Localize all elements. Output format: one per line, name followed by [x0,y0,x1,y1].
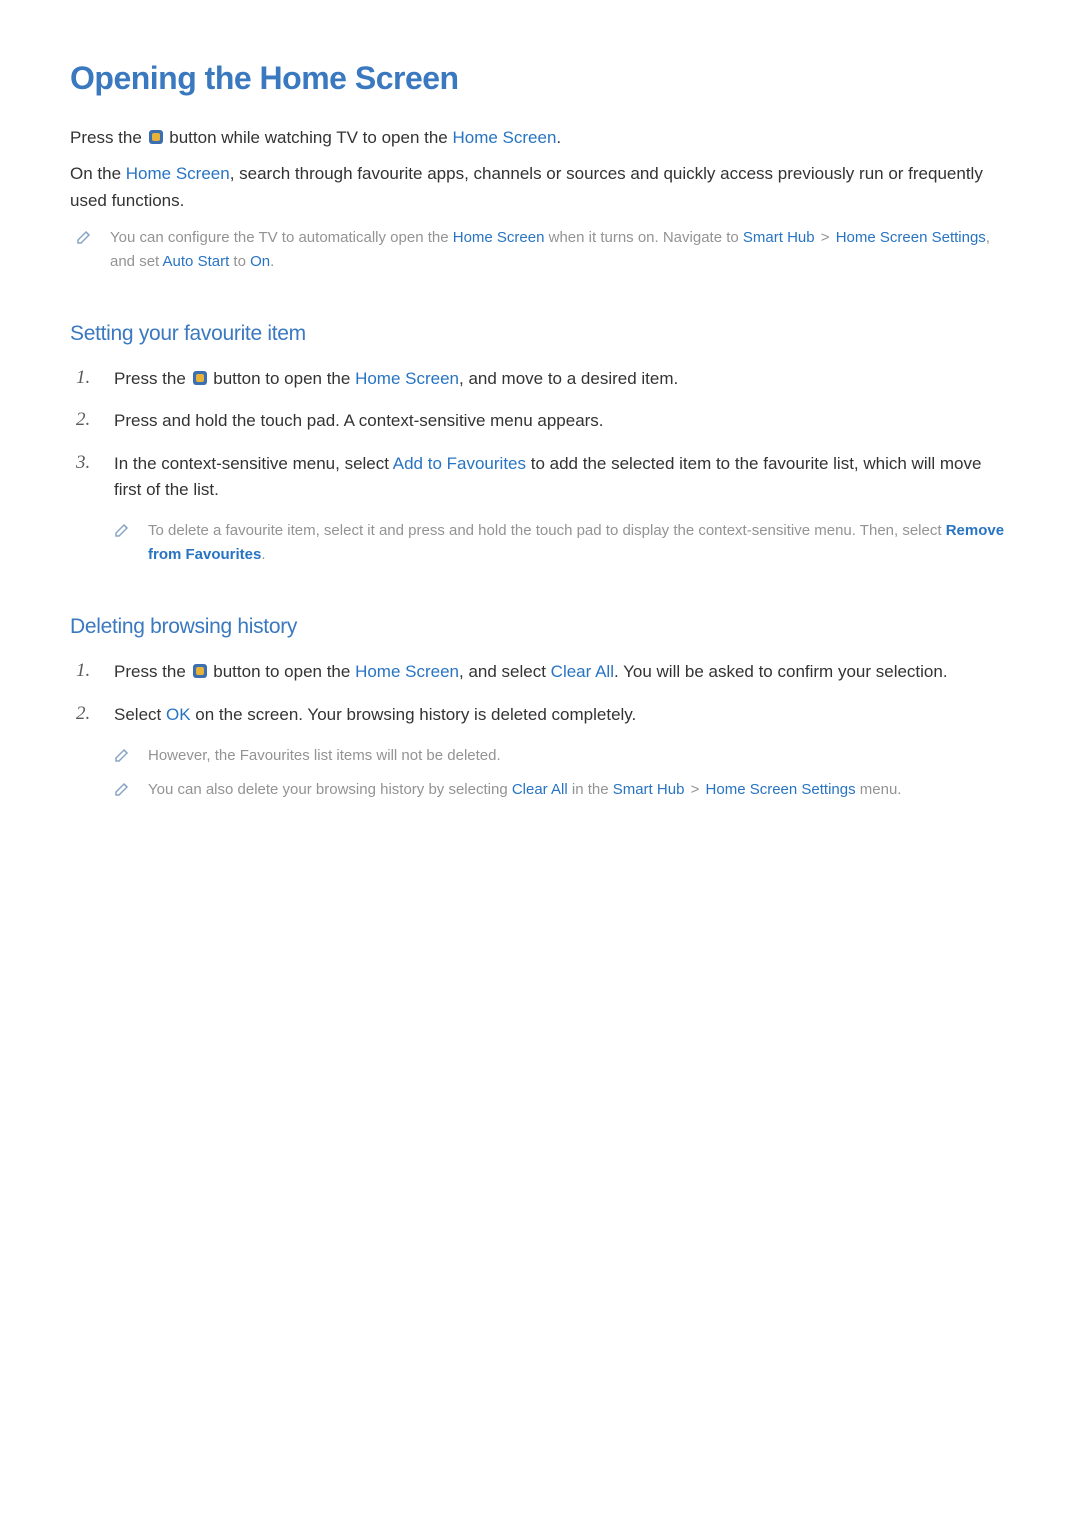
delete-steps: 1. Press the button to open the Home Scr… [70,659,1010,728]
pencil-note-icon [114,747,130,768]
text: . [261,546,265,563]
subheading-deleting: Deleting browsing history [70,615,1010,639]
ok-link: OK [166,705,191,724]
text: Press the [114,662,191,681]
step-number: 1. [76,659,96,684]
on-value: On [250,253,270,270]
text: , and select [459,662,551,681]
page-title: Opening the Home Screen [70,60,1010,97]
step-text: In the context-sensitive menu, select Ad… [114,451,1010,504]
text: in the [568,781,613,798]
smart-hub-icon [193,664,207,678]
smart-hub-link: Smart Hub [743,229,815,246]
add-to-favourites-link: Add to Favourites [393,454,526,473]
home-screen-link: Home Screen [355,662,459,681]
intro-line-1: Press the button while watching TV to op… [70,125,1010,151]
clear-all-link: Clear All [551,662,614,681]
text: , and move to a desired item. [459,369,678,388]
step-number: 1. [76,366,96,391]
step-text: Press and hold the touch pad. A context-… [114,408,604,434]
note-text: However, the Favourites list items will … [148,744,501,768]
pencil-note-icon [114,522,130,543]
text: To delete a favourite item, select it an… [148,522,946,539]
home-screen-link: Home Screen [453,229,545,246]
step-number: 3. [76,451,96,476]
text: menu. [856,781,902,798]
text: on the screen. Your browsing history is … [191,705,637,724]
text: to [229,253,250,270]
text: In the context-sensitive menu, select [114,454,393,473]
step-item: 2. Press and hold the touch pad. A conte… [76,408,1010,434]
delete-note-1: However, the Favourites list items will … [114,744,1010,768]
text: button to open the [209,369,356,388]
text: Press the [70,128,147,147]
home-screen-link: Home Screen [452,128,556,147]
text: You can configure the TV to automaticall… [110,229,453,246]
favourite-note: To delete a favourite item, select it an… [114,519,1010,567]
step-text: Press the button to open the Home Screen… [114,366,678,392]
note-text: To delete a favourite item, select it an… [148,519,1010,567]
step-item: 3. In the context-sensitive menu, select… [76,451,1010,504]
note-text: You can configure the TV to automaticall… [110,226,1010,274]
text: You can also delete your browsing histor… [148,781,512,798]
step-number: 2. [76,702,96,727]
step-item: 1. Press the button to open the Home Scr… [76,366,1010,392]
text: button to open the [209,662,356,681]
breadcrumb-separator: > [815,229,836,246]
text: button while watching TV to open the [165,128,453,147]
step-text: Press the button to open the Home Screen… [114,659,948,685]
home-screen-link: Home Screen [126,164,230,183]
text: Press the [114,369,191,388]
step-number: 2. [76,408,96,433]
step-item: 2. Select OK on the screen. Your browsin… [76,702,1010,728]
delete-note-2: You can also delete your browsing histor… [114,778,1010,802]
note-text: You can also delete your browsing histor… [148,778,901,802]
smart-hub-link: Smart Hub [613,781,685,798]
text: On the [70,164,126,183]
home-screen-settings-link: Home Screen Settings [706,781,856,798]
auto-start-link: Auto Start [163,253,230,270]
pencil-note-icon [114,781,130,802]
text: . You will be asked to confirm your sele… [614,662,948,681]
intro-line-2: On the Home Screen, search through favou… [70,161,1010,214]
subheading-favourite: Setting your favourite item [70,322,1010,346]
text: . [556,128,561,147]
favourite-steps: 1. Press the button to open the Home Scr… [70,366,1010,503]
smart-hub-icon [193,371,207,385]
breadcrumb-separator: > [684,781,705,798]
intro-block: Press the button while watching TV to op… [70,125,1010,214]
home-screen-link: Home Screen [355,369,459,388]
intro-note: You can configure the TV to automaticall… [70,226,1010,274]
step-item: 1. Press the button to open the Home Scr… [76,659,1010,685]
smart-hub-icon [149,130,163,144]
step-text: Select OK on the screen. Your browsing h… [114,702,636,728]
text: . [270,253,274,270]
text: when it turns on. Navigate to [544,229,742,246]
pencil-note-icon [76,229,92,250]
home-screen-settings-link: Home Screen Settings [836,229,986,246]
text: Select [114,705,166,724]
clear-all-link: Clear All [512,781,568,798]
